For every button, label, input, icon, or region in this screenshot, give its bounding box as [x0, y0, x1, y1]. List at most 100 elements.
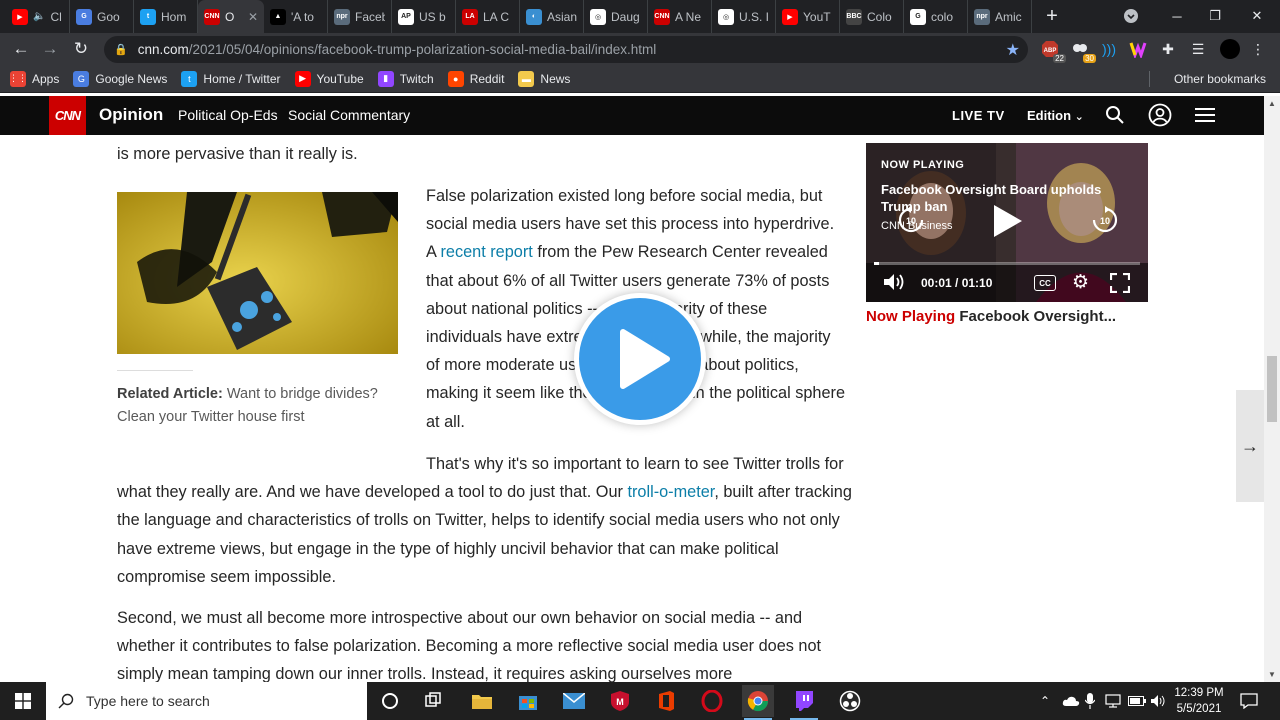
- close-window-button[interactable]: ✕: [1234, 0, 1280, 32]
- microphone-icon[interactable]: [1085, 682, 1095, 720]
- video-progress-fill: [874, 262, 880, 265]
- bookmark-item[interactable]: ● Reddit: [447, 70, 504, 87]
- volume-icon[interactable]: [882, 272, 906, 297]
- other-bookmarks-folder[interactable]: Other bookmarks: [1168, 72, 1266, 86]
- bookmark-item[interactable]: ⋮⋮ Apps: [9, 70, 59, 87]
- now-playing-caption[interactable]: Now Playing Facebook Oversight...: [866, 308, 1116, 325]
- profile-avatar[interactable]: [1218, 37, 1242, 61]
- task-view-icon[interactable]: [418, 685, 450, 717]
- edition-dropdown[interactable]: Edition ⌄: [1027, 108, 1084, 123]
- color-extension-icon[interactable]: [1126, 37, 1150, 61]
- nav-political-op-eds[interactable]: Political Op-Eds: [178, 107, 278, 123]
- scroll-up-arrow-icon[interactable]: ▲: [1264, 96, 1280, 110]
- new-tab-button[interactable]: +: [1032, 0, 1072, 33]
- section-title[interactable]: Opinion: [99, 105, 163, 125]
- fullscreen-icon[interactable]: [1109, 272, 1131, 298]
- system-clock[interactable]: 12:39 PM 5/5/2021: [1170, 685, 1228, 717]
- browser-tab[interactable]: AP US b: [392, 0, 456, 33]
- reload-icon[interactable]: ↻: [66, 34, 96, 64]
- live-tv-link[interactable]: LIVE TV: [952, 108, 1005, 123]
- forward-10-icon[interactable]: 10: [1090, 205, 1120, 240]
- browser-tab[interactable]: npr Amic: [968, 0, 1032, 33]
- hamburger-menu-icon[interactable]: [1192, 102, 1218, 128]
- bookmark-item[interactable]: G Google News: [73, 70, 167, 87]
- browser-tab[interactable]: ▲ 'A to: [264, 0, 328, 33]
- browser-tab[interactable]: BBC Colo: [840, 0, 904, 33]
- next-article-arrow-icon[interactable]: →: [1236, 390, 1264, 502]
- microsoft-store-icon[interactable]: [512, 685, 544, 717]
- show-hidden-icons-icon[interactable]: ⌃: [1040, 682, 1050, 720]
- chrome-menu-icon[interactable]: ⋮: [1246, 37, 1270, 61]
- related-article-image[interactable]: [117, 192, 398, 354]
- tab-title: O: [225, 9, 235, 24]
- browser-tab[interactable]: npr Faceb: [328, 0, 392, 33]
- troll-o-meter-link[interactable]: troll-o-meter: [627, 483, 714, 501]
- browser-tab[interactable]: G Goo: [70, 0, 134, 33]
- file-explorer-icon[interactable]: [466, 685, 498, 717]
- tab-search-icon[interactable]: [1108, 0, 1154, 32]
- browser-tab[interactable]: ◎ U.S. I: [712, 0, 776, 33]
- closed-captions-icon[interactable]: CC: [1034, 275, 1056, 291]
- recent-report-link[interactable]: recent report: [440, 243, 532, 261]
- lock-icon: 🔒: [114, 44, 128, 56]
- browser-tab[interactable]: Gcolo: [904, 0, 968, 33]
- reading-list-icon[interactable]: ☰: [1186, 37, 1210, 61]
- browser-tab[interactable]: CNN O ✕: [198, 0, 264, 33]
- settings-gear-icon[interactable]: ⚙: [1072, 273, 1089, 293]
- back-arrow-icon[interactable]: ←: [6, 34, 36, 64]
- bookmark-item[interactable]: ▶ YouTube: [294, 70, 364, 87]
- scroll-down-arrow-icon[interactable]: ▼: [1264, 667, 1280, 681]
- network-icon[interactable]: [1104, 682, 1122, 720]
- mail-icon[interactable]: [558, 685, 590, 717]
- play-button-overlay[interactable]: [574, 293, 706, 425]
- bookmark-star-icon[interactable]: ★: [1006, 40, 1020, 60]
- video-play-icon[interactable]: [990, 203, 1024, 244]
- bookmark-item[interactable]: ▮ Twitch: [377, 70, 434, 87]
- extensions-puzzle-icon[interactable]: ✚: [1156, 37, 1180, 61]
- bookmark-item[interactable]: t Home / Twitter: [181, 70, 281, 87]
- svg-text:M: M: [616, 697, 624, 707]
- tab-title: Amic: [995, 9, 1022, 24]
- address-bar[interactable]: 🔒 cnn.com/2021/05/04/opinions/facebook-t…: [104, 36, 1028, 63]
- honey-extension-icon[interactable]: 30: [1068, 37, 1096, 63]
- browser-tab[interactable]: CNN A Ne: [648, 0, 712, 33]
- related-article-link[interactable]: Related Article: Want to bridge divides?…: [117, 383, 402, 428]
- video-progress-bar[interactable]: [874, 262, 1140, 265]
- cortana-icon[interactable]: [374, 685, 406, 717]
- restore-button[interactable]: ❐: [1192, 0, 1238, 32]
- notifications-icon[interactable]: [1240, 682, 1258, 720]
- browser-tab[interactable]: ◎ Daug: [584, 0, 648, 33]
- volume-icon[interactable]: [1150, 682, 1166, 720]
- battery-icon[interactable]: [1128, 682, 1146, 720]
- chrome-taskbar-icon[interactable]: [742, 685, 774, 720]
- forward-arrow-icon[interactable]: →: [35, 34, 65, 64]
- tab-title: A Ne: [675, 9, 702, 24]
- browser-tab[interactable]: ◐ Asian: [520, 0, 584, 33]
- browser-tab[interactable]: ▶ YouT: [776, 0, 840, 33]
- close-tab-icon[interactable]: ✕: [248, 10, 258, 24]
- taskbar-search-box[interactable]: Type here to search: [46, 682, 367, 720]
- cnn-logo[interactable]: CNN: [49, 96, 86, 135]
- scrollbar-thumb[interactable]: [1267, 356, 1277, 422]
- nav-social-commentary[interactable]: Social Commentary: [288, 107, 410, 123]
- tab-audio-icon[interactable]: 🔈: [33, 11, 45, 22]
- opera-icon[interactable]: [696, 685, 728, 717]
- search-icon[interactable]: [1102, 102, 1128, 128]
- video-player[interactable]: NOW PLAYING Facebook Oversight Board uph…: [866, 143, 1148, 302]
- rewind-10-icon[interactable]: 10: [896, 205, 926, 240]
- bookmark-separator: [1149, 71, 1150, 87]
- onedrive-icon[interactable]: [1062, 682, 1080, 720]
- office-icon[interactable]: [650, 685, 682, 717]
- signal-extension-icon[interactable]: ))): [1097, 37, 1121, 61]
- browser-tab[interactable]: LA LA C: [456, 0, 520, 33]
- bookmark-item[interactable]: ▬ News: [518, 70, 570, 87]
- ad-block-extension-icon[interactable]: ABP 22: [1038, 37, 1066, 63]
- other-bookmarks-label: Other bookmarks: [1173, 71, 1266, 86]
- obs-icon[interactable]: [834, 685, 866, 717]
- windows-start-icon[interactable]: [0, 682, 46, 720]
- twitch-taskbar-icon[interactable]: [788, 685, 820, 720]
- browser-tab[interactable]: ▶ 🔈 Cl: [6, 0, 70, 33]
- account-icon[interactable]: [1147, 102, 1173, 128]
- browser-tab[interactable]: t Hom: [134, 0, 198, 33]
- mcafee-icon[interactable]: M: [604, 685, 636, 717]
